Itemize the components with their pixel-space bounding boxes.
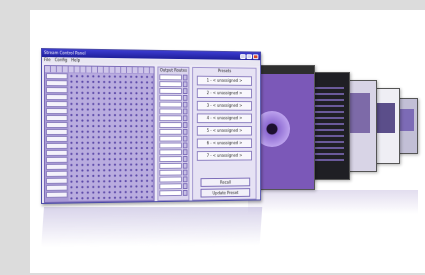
dropdown-arrow-icon[interactable]	[182, 135, 188, 142]
output-route-row	[159, 189, 188, 197]
preset-list: 1 - < unassigned > 2 - < unassigned > 3 …	[193, 74, 256, 163]
preset-button-3[interactable]: 3 - < unassigned >	[196, 100, 252, 111]
main-window: Stream Control Panel File Config Help Ou…	[41, 48, 262, 204]
output-route-row	[159, 176, 188, 183]
output-route-row	[159, 122, 188, 128]
output-route-row	[159, 169, 188, 176]
dropdown-arrow-icon[interactable]	[182, 74, 188, 81]
preset-button-2[interactable]: 2 - < unassigned >	[196, 88, 252, 99]
dropdown-arrow-icon[interactable]	[182, 81, 188, 88]
output-route-field[interactable]	[159, 142, 182, 149]
dropdown-arrow-icon[interactable]	[182, 88, 188, 95]
output-route-field[interactable]	[159, 135, 182, 142]
promo-canvas: Stream Control Panel File Config Help Ou…	[30, 10, 425, 273]
output-route-row	[159, 183, 188, 190]
output-route-field[interactable]	[159, 101, 182, 108]
output-route-field[interactable]	[159, 87, 182, 94]
output-route-row	[159, 87, 188, 95]
minimize-icon[interactable]	[240, 53, 246, 59]
output-route-field[interactable]	[159, 108, 182, 115]
update-preset-button[interactable]: Update Preset	[200, 188, 251, 198]
input-row[interactable]	[45, 156, 68, 163]
dropdown-arrow-icon[interactable]	[182, 108, 188, 115]
output-route-field[interactable]	[159, 81, 182, 88]
close-icon[interactable]	[252, 53, 259, 59]
input-row[interactable]	[45, 108, 68, 115]
output-route-field[interactable]	[159, 122, 182, 128]
dropdown-arrow-icon[interactable]	[182, 149, 188, 156]
routing-matrix	[43, 65, 155, 203]
output-route-field[interactable]	[159, 149, 182, 156]
output-route-field[interactable]	[159, 156, 182, 163]
presets-panel: Presets 1 - < unassigned > 2 - < unassig…	[192, 66, 257, 201]
dropdown-arrow-icon[interactable]	[182, 189, 188, 196]
input-row[interactable]	[45, 135, 68, 142]
output-route-field[interactable]	[159, 128, 182, 135]
dropdown-arrow-icon[interactable]	[182, 162, 188, 169]
window-controls	[240, 53, 259, 59]
output-route-row	[159, 135, 188, 142]
preset-button-1[interactable]: 1 - < unassigned >	[196, 75, 252, 86]
input-row[interactable]	[45, 170, 68, 177]
input-row[interactable]	[45, 94, 68, 101]
output-route-field[interactable]	[159, 94, 182, 101]
input-row[interactable]	[45, 101, 68, 108]
output-route-row	[159, 115, 188, 122]
window-content: Output Routes Presets 1 - < unassigned >…	[42, 63, 260, 203]
dropdown-arrow-icon[interactable]	[182, 94, 188, 101]
dropdown-arrow-icon[interactable]	[182, 156, 188, 162]
output-route-field[interactable]	[159, 169, 182, 176]
input-row[interactable]	[45, 149, 68, 156]
preset-button-5[interactable]: 5 - < unassigned >	[196, 126, 252, 136]
output-route-row	[159, 128, 188, 135]
preset-button-7[interactable]: 7 - < unassigned >	[196, 150, 252, 161]
input-row[interactable]	[45, 73, 68, 80]
output-route-field[interactable]	[159, 190, 182, 197]
output-routes-title: Output Routes	[159, 67, 187, 73]
dropdown-arrow-icon[interactable]	[182, 115, 188, 122]
output-route-field[interactable]	[159, 176, 182, 183]
maximize-icon[interactable]	[246, 53, 252, 59]
input-row[interactable]	[45, 177, 68, 184]
output-route-field[interactable]	[159, 74, 182, 81]
output-route-row	[159, 74, 188, 81]
output-route-row	[159, 94, 188, 101]
input-row[interactable]	[45, 163, 68, 170]
output-route-row	[159, 142, 188, 149]
input-row[interactable]	[45, 184, 68, 191]
matrix-crosspoints[interactable]	[68, 73, 153, 201]
dropdown-arrow-icon[interactable]	[182, 101, 188, 108]
input-row[interactable]	[45, 142, 68, 149]
dropdown-arrow-icon[interactable]	[182, 169, 188, 176]
dropdown-arrow-icon[interactable]	[182, 122, 188, 128]
preset-button-6[interactable]: 6 - < unassigned >	[196, 138, 252, 149]
output-route-field[interactable]	[159, 115, 182, 122]
output-route-field[interactable]	[159, 162, 182, 169]
input-row[interactable]	[45, 80, 68, 87]
recall-button[interactable]: Recall	[200, 177, 251, 187]
dropdown-arrow-icon[interactable]	[182, 142, 188, 149]
output-route-row	[159, 108, 188, 115]
output-route-row	[159, 81, 188, 88]
input-row[interactable]	[45, 115, 68, 122]
input-list	[45, 73, 68, 201]
output-route-row	[159, 101, 188, 108]
windows-reflection	[248, 190, 418, 214]
dropdown-arrow-icon[interactable]	[182, 128, 188, 135]
main-window-reflection	[41, 207, 263, 248]
input-row[interactable]	[45, 191, 68, 198]
output-route-list	[158, 73, 188, 197]
dropdown-arrow-icon[interactable]	[182, 176, 188, 183]
preset-button-4[interactable]: 4 - < unassigned >	[196, 113, 252, 124]
output-route-row	[159, 156, 188, 163]
input-row[interactable]	[45, 122, 68, 128]
matrix-column-headers	[44, 66, 154, 74]
input-row[interactable]	[45, 128, 68, 135]
output-route-row	[159, 149, 188, 156]
output-route-field[interactable]	[159, 183, 182, 190]
output-route-row	[159, 162, 188, 169]
output-routes-panel: Output Routes	[157, 66, 190, 202]
dropdown-arrow-icon[interactable]	[182, 183, 188, 190]
input-row[interactable]	[45, 87, 68, 94]
